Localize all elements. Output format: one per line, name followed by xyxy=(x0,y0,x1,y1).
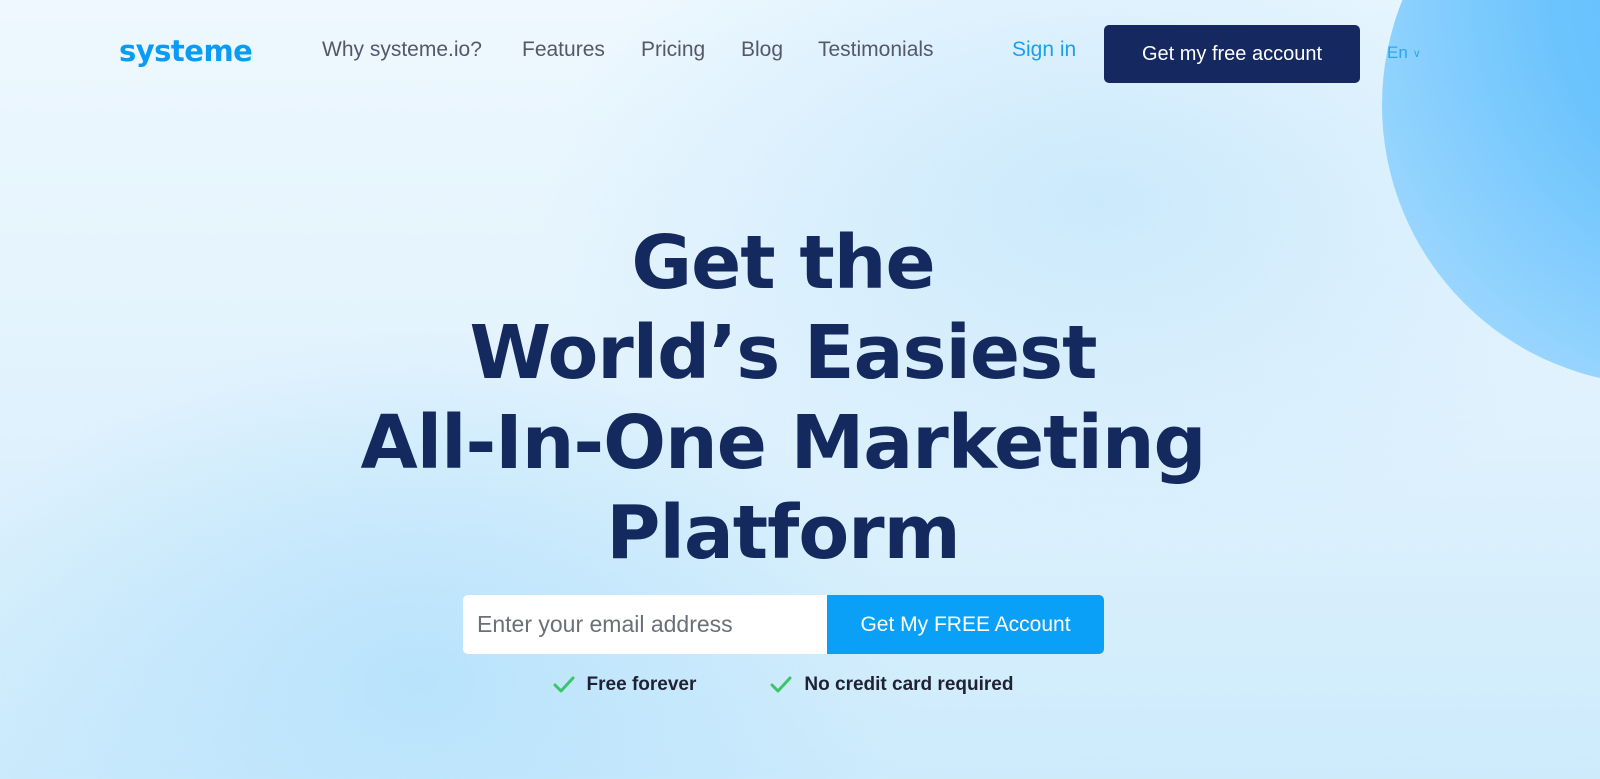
nav-link-testimonials[interactable]: Testimonials xyxy=(818,38,934,62)
sign-in-link[interactable]: Sign in xyxy=(1012,38,1076,62)
perk-item: No credit card required xyxy=(770,674,1013,696)
check-icon xyxy=(553,676,575,693)
nav-link-why-systeme[interactable]: Why systeme.io? xyxy=(322,38,482,62)
language-label: En xyxy=(1387,43,1408,62)
check-icon xyxy=(770,676,792,693)
perk-label: No credit card required xyxy=(804,674,1014,695)
top-navigation: systeme Why systeme.io? Features Pricing… xyxy=(0,0,1600,108)
perk-label: Free forever xyxy=(586,674,697,695)
nav-link-pricing[interactable]: Pricing xyxy=(641,38,705,62)
hero-title-line: All-In-One Marketing xyxy=(360,400,1206,486)
get-my-free-account-button[interactable]: Get My FREE Account xyxy=(827,595,1104,654)
language-selector[interactable]: En ∨ xyxy=(1387,43,1421,63)
hero-title-line: Platform xyxy=(606,490,961,576)
hero-title-line: Get the xyxy=(631,220,935,306)
perks-list: Free forever No credit card required xyxy=(0,674,1566,696)
hero-title-line: World’s Easiest xyxy=(469,310,1097,396)
perk-item: Free forever xyxy=(553,674,697,696)
get-free-account-button[interactable]: Get my free account xyxy=(1104,25,1360,83)
email-input[interactable] xyxy=(463,595,827,654)
hero-title: Get the World’s Easiest All-In-One Marke… xyxy=(0,218,1566,578)
signup-form: Get My FREE Account xyxy=(463,595,1104,654)
chevron-down-icon: ∨ xyxy=(1412,47,1421,60)
nav-link-blog[interactable]: Blog xyxy=(741,38,783,62)
systeme-logo[interactable]: systeme xyxy=(119,34,253,68)
nav-link-features[interactable]: Features xyxy=(522,38,605,62)
